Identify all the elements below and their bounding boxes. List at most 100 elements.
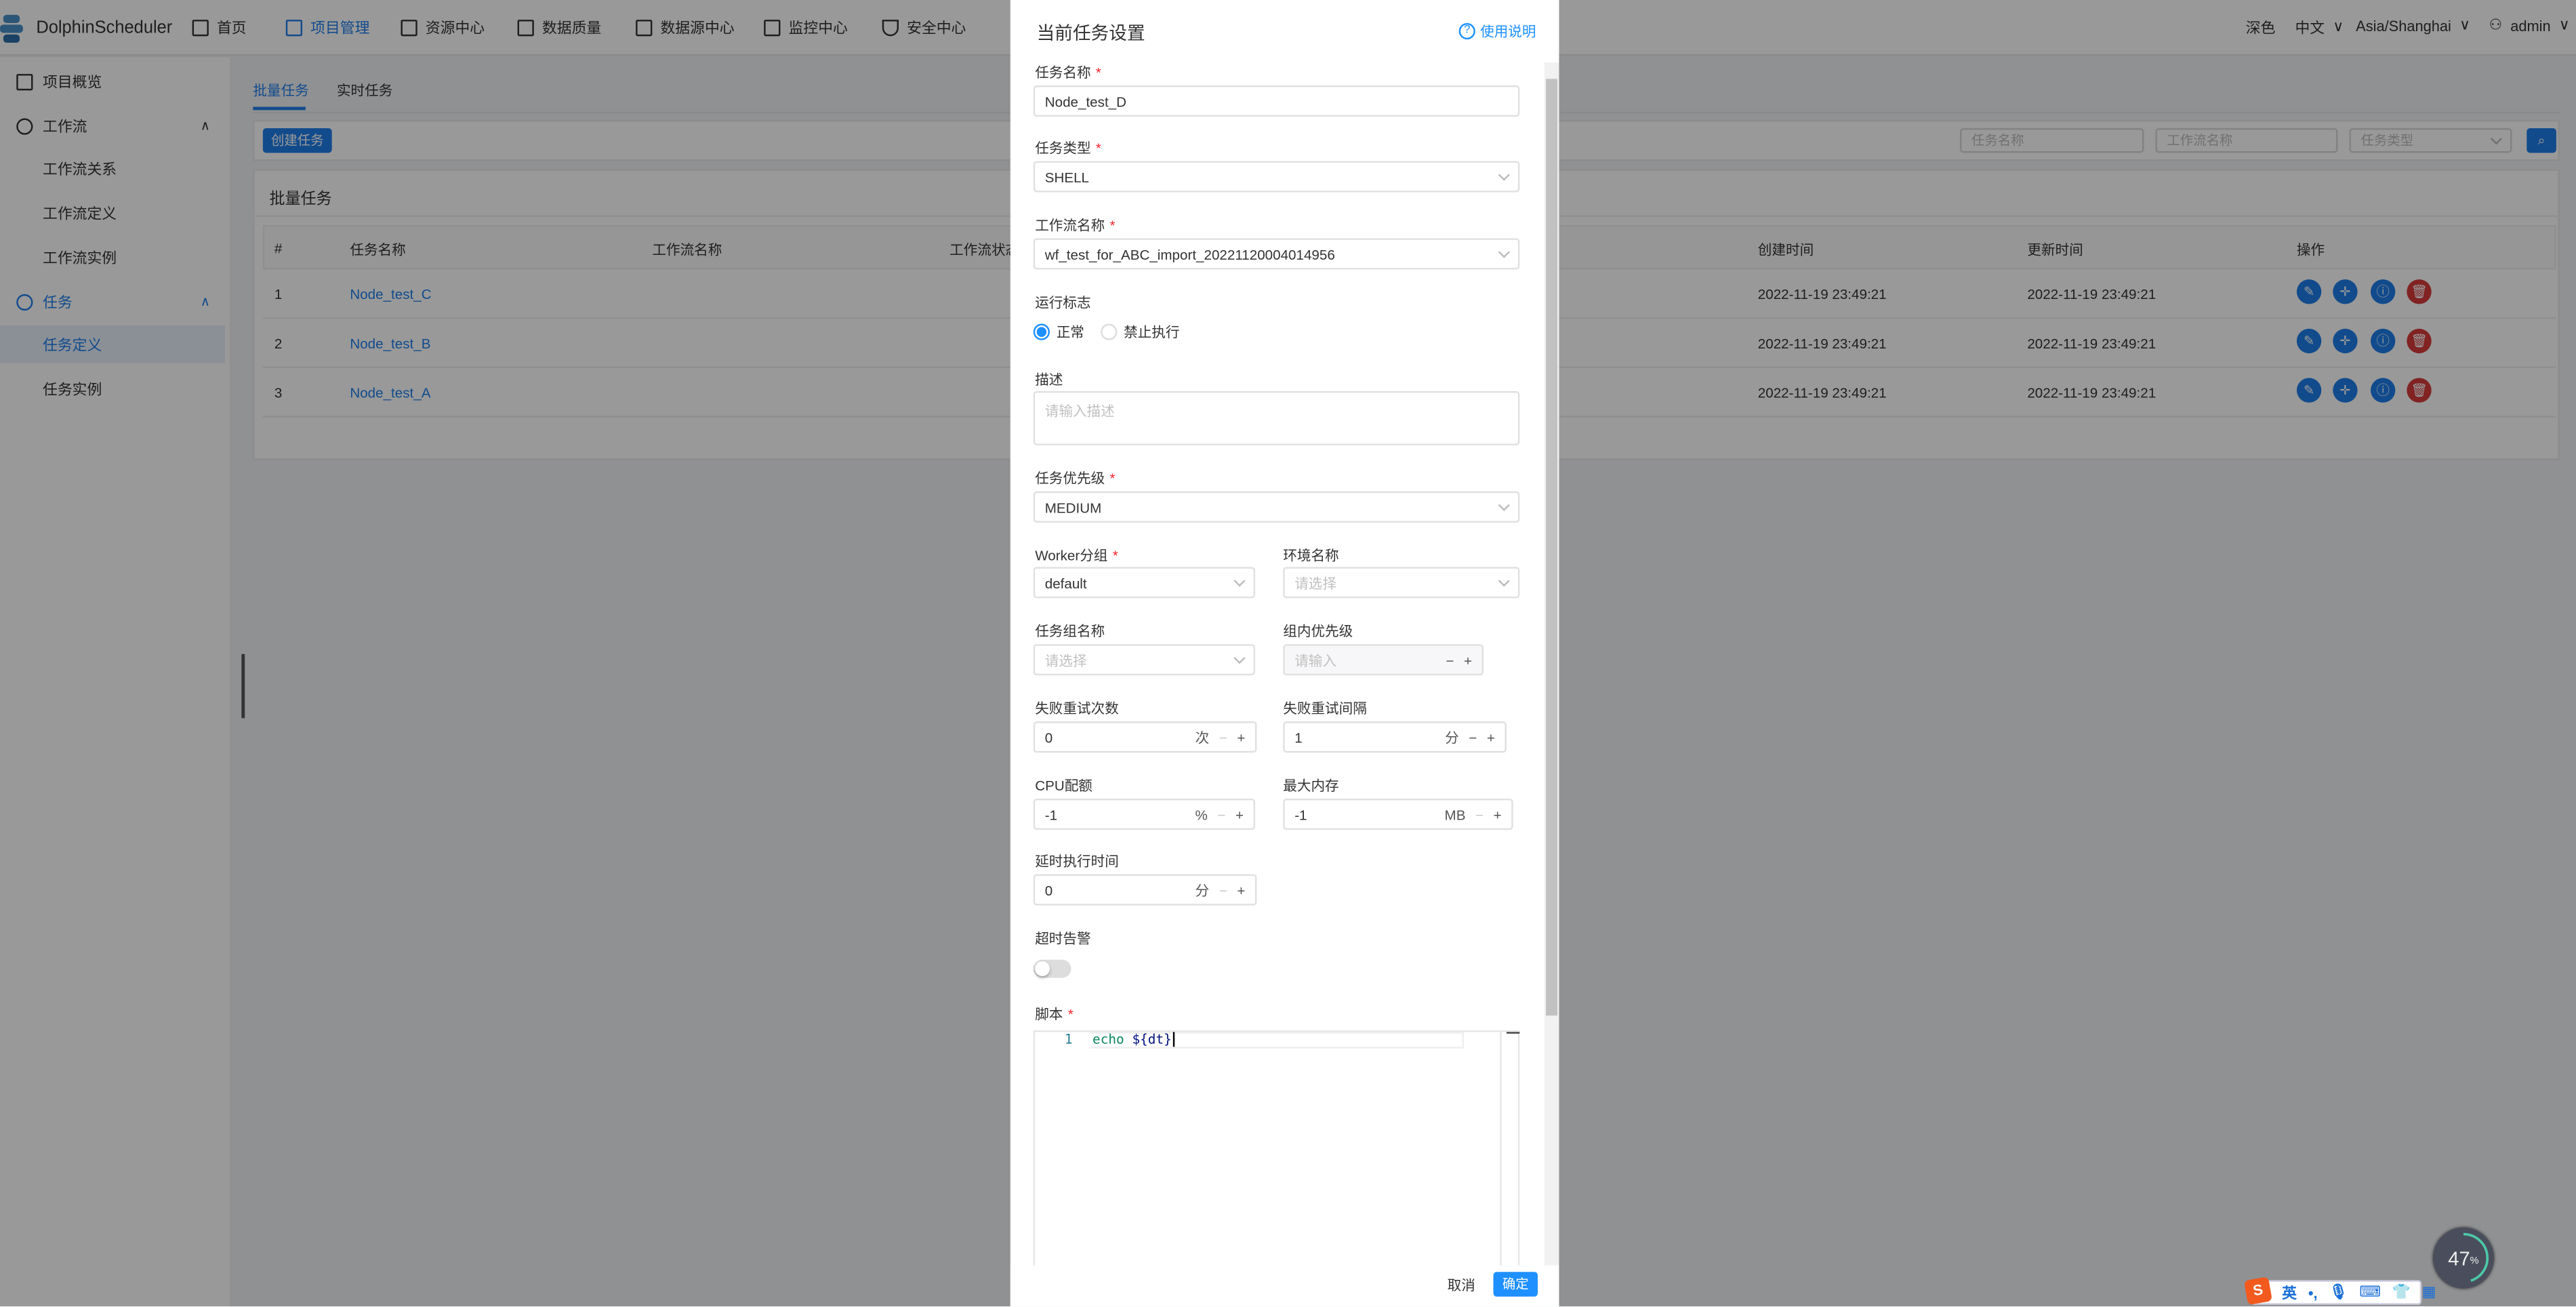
environment-select[interactable]: 请选择 [1283, 567, 1520, 599]
radio-forbidden[interactable]: 禁止执行 [1101, 322, 1180, 342]
label-text: 工作流名称 [1035, 216, 1105, 234]
minus-icon[interactable]: − [1475, 806, 1484, 822]
worker-group-label: Worker分组 * [1035, 546, 1118, 565]
skin-icon[interactable]: 👕 [2392, 1283, 2411, 1302]
required-mark: * [1109, 470, 1116, 487]
plus-icon[interactable]: + [1487, 729, 1495, 745]
required-mark: * [1112, 547, 1118, 564]
task-name-input[interactable]: Node_test_D [1033, 85, 1520, 117]
task-type-select[interactable]: SHELL [1033, 161, 1520, 193]
chevron-down-icon [1498, 168, 1510, 180]
stepper: 分 − + [1445, 727, 1495, 747]
radio-checked-icon [1033, 323, 1050, 340]
label-text: 任务类型 [1035, 140, 1091, 157]
workflow-name-label: 工作流名称 * [1035, 216, 1115, 235]
label-text: Worker分组 [1035, 547, 1108, 564]
label-text: 任务优先级 [1035, 470, 1105, 487]
stepper: % − + [1195, 806, 1244, 822]
minus-icon[interactable]: − [1217, 806, 1225, 822]
minus-icon[interactable]: − [1469, 729, 1477, 745]
code-variable: ${dt} [1132, 1032, 1172, 1047]
input-value: 0 [1044, 881, 1053, 898]
plus-icon[interactable]: + [1237, 882, 1245, 898]
timeout-alarm-label: 超时告警 [1035, 930, 1091, 947]
confirm-button[interactable]: 确定 [1493, 1272, 1538, 1297]
radio-label: 禁止执行 [1124, 323, 1180, 340]
chevron-down-icon [1233, 574, 1246, 586]
cpu-quota-input[interactable]: -1% − + [1033, 799, 1256, 830]
placeholder: 请选择 [1044, 651, 1087, 668]
plus-icon[interactable]: + [1494, 806, 1502, 822]
microphone-icon[interactable]: 🎙 [2329, 1283, 2348, 1302]
ime-mode[interactable]: 英 [2282, 1282, 2297, 1304]
required-mark: * [1095, 64, 1101, 81]
unit: 分 [1445, 729, 1459, 746]
label-text: 任务名称 [1035, 64, 1091, 81]
code-line: echo ${dt} [1092, 1032, 1175, 1048]
retry-interval-label: 失败重试间隔 [1283, 700, 1367, 717]
task-name-label: 任务名称 * [1035, 62, 1101, 82]
select-value: MEDIUM [1044, 498, 1102, 515]
chevron-down-icon [1498, 498, 1510, 510]
label-text: 脚本 [1035, 1005, 1063, 1022]
code-keyword: echo [1092, 1032, 1124, 1047]
input-value: 0 [1044, 729, 1053, 746]
input-value: -1 [1044, 806, 1058, 823]
priority-select[interactable]: MEDIUM [1033, 491, 1520, 523]
ime-toolbar[interactable]: S 英 •, 🎙 ⌨ 👕 ▦ [2243, 1276, 2436, 1306]
select-value: SHELL [1044, 168, 1090, 185]
plus-icon: + [1463, 651, 1473, 668]
radio-label: 正常 [1056, 323, 1084, 340]
delay-time-input[interactable]: 0 分 − + [1033, 874, 1257, 906]
environment-label: 环境名称 [1283, 547, 1339, 564]
plus-icon[interactable]: + [1237, 729, 1245, 745]
stepper: 次 − + [1195, 727, 1246, 747]
radio-normal[interactable]: 正常 [1033, 322, 1084, 342]
select-value: default [1044, 574, 1087, 591]
select-value: wf_test_for_ABC_import_20221120004014956 [1044, 245, 1335, 262]
drawer-scrollbar[interactable] [1544, 62, 1559, 1266]
description-textarea[interactable]: 请输入描述 [1033, 390, 1520, 445]
timeout-alarm-switch[interactable] [1033, 959, 1071, 978]
script-label: 脚本 * [1035, 1004, 1074, 1024]
retry-interval-input[interactable]: 1 分 − + [1283, 721, 1507, 753]
task-group-label: 任务组名称 [1035, 622, 1105, 639]
task-settings-drawer: 当前任务设置 ? 使用说明 任务名称 * Node_test_D 任务类型 * SHE… [1010, 0, 1559, 1307]
required-mark: * [1067, 1005, 1074, 1022]
help-link[interactable]: ? 使用说明 [1458, 22, 1536, 41]
minus-icon[interactable]: − [1219, 882, 1227, 898]
run-flag-label: 运行标志 [1035, 294, 1091, 311]
unit: % [1195, 806, 1208, 823]
cancel-button[interactable]: 取消 [1448, 1275, 1475, 1295]
ime-punctuation[interactable]: •, [2308, 1284, 2318, 1300]
help-label: 使用说明 [1480, 22, 1536, 40]
cpu-quota-label: CPU配额 [1035, 777, 1092, 794]
unit: 分 [1195, 881, 1210, 898]
plus-icon[interactable]: + [1235, 806, 1244, 822]
required-mark: * [1095, 140, 1101, 157]
memory-usage-widget[interactable]: 47% [2433, 1227, 2494, 1289]
retry-times-label: 失败重试次数 [1035, 700, 1119, 717]
question-icon: ? [1458, 22, 1475, 40]
max-memory-label: 最大内存 [1283, 777, 1339, 794]
retry-times-input[interactable]: 0 次 − + [1033, 721, 1257, 753]
task-group-select[interactable]: 请选择 [1033, 644, 1256, 676]
max-memory-input[interactable]: -1 MB − + [1283, 799, 1513, 830]
placeholder: 请输入描述 [1044, 402, 1115, 420]
stepper: MB − + [1445, 806, 1502, 822]
input-value: -1 [1294, 806, 1307, 823]
scrollbar-thumb[interactable] [1546, 79, 1558, 1016]
worker-group-select[interactable]: default [1033, 567, 1256, 599]
minus-icon: − [1446, 651, 1454, 668]
workflow-name-select[interactable]: wf_test_for_ABC_import_20221120004014956 [1033, 238, 1520, 270]
toolbox-icon[interactable]: ▦ [2422, 1283, 2436, 1302]
radio-unchecked-icon [1101, 323, 1118, 340]
input-value: Node_test_D [1044, 92, 1127, 110]
required-mark: * [1109, 216, 1116, 234]
unit: MB [1444, 806, 1466, 823]
group-priority-input: 请输入 − + [1283, 644, 1484, 676]
keyboard-icon[interactable]: ⌨ [2359, 1283, 2381, 1302]
usage-ring-icon [2463, 1232, 2489, 1282]
chevron-down-icon [1233, 651, 1246, 664]
minus-icon[interactable]: − [1219, 729, 1227, 745]
